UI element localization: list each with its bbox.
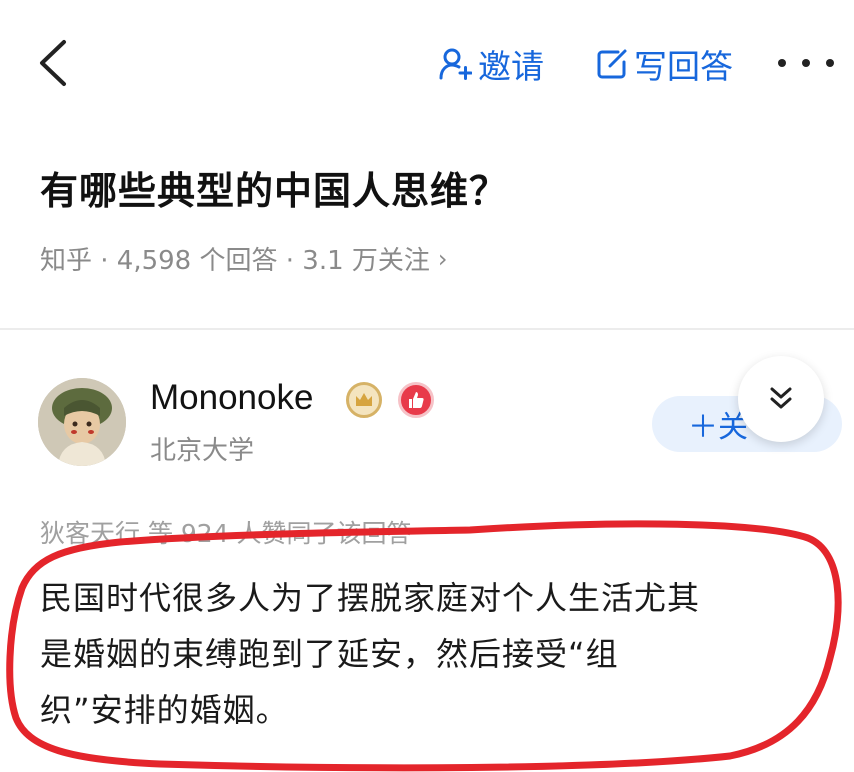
write-answer-label: 写回答 [634,47,733,86]
chevron-right-icon: › [437,244,448,273]
more-icon[interactable] [778,50,834,76]
add-user-icon [439,48,472,80]
back-arrow-icon [40,40,66,86]
author-school: 北京大学 [150,436,255,466]
question-title[interactable]: 有哪些典型的中国人思维？ [40,160,508,215]
avatar[interactable] [38,378,126,466]
back-button[interactable] [30,36,80,90]
double-chevron-down-icon [770,387,792,409]
answer-line: 织”安排的婚姻。 [40,691,289,729]
collapse-button[interactable] [738,356,824,442]
crown-icon [346,382,382,418]
author-name[interactable]: Mononoke [150,378,313,418]
write-answer-button[interactable]: 写回答 [596,40,733,88]
invite-label: 邀请 [478,47,544,86]
question-stats: 知乎 · 4,598 个回答 · 3.1 万关注 [40,246,430,276]
divider [0,328,854,330]
question-meta[interactable]: 知乎 · 4,598 个回答 · 3.1 万关注 › [40,240,448,277]
thumbs-up-icon [398,382,434,418]
invite-button[interactable]: 邀请 [438,40,544,88]
edit-icon [597,49,627,79]
answer-line: 是婚姻的束缚跑到了延安，然后接受“组 [40,635,619,673]
answer-line: 民国时代很多人为了摆脱家庭对个人生活尤其 [40,579,701,617]
liked-by-text: 狄客天行 等 924 人赞同了该回答 [40,519,412,548]
answer-text[interactable]: 民国时代很多人为了摆脱家庭对个人生活尤其 是婚姻的束缚跑到了延安，然后接受“组 … [40,570,820,738]
